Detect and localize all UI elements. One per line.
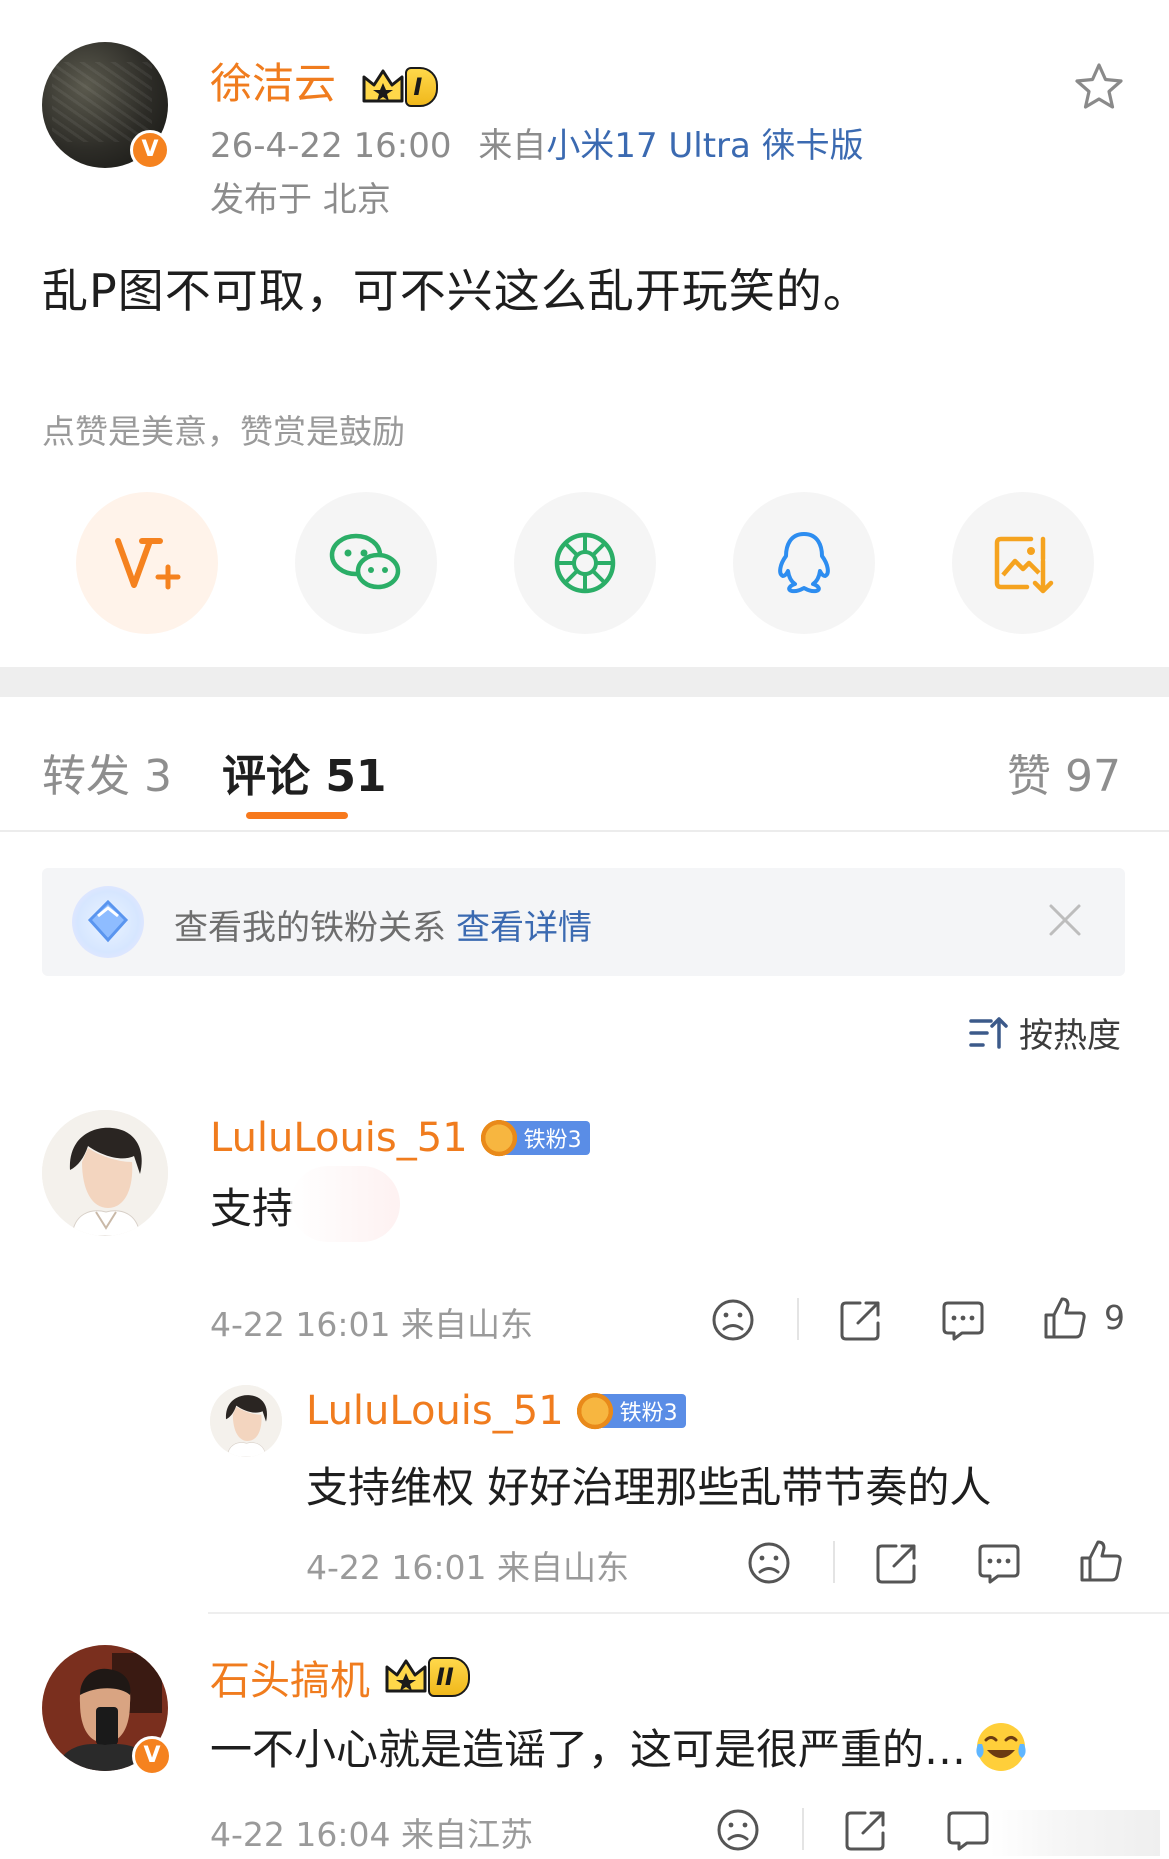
tab-like[interactable]: 赞 97 (1007, 740, 1121, 804)
sort-button[interactable]: 按热度 (969, 1008, 1121, 1057)
moments-icon (554, 532, 616, 594)
diamond-icon (72, 886, 144, 958)
tab-repost[interactable]: 转发 3 (42, 740, 172, 804)
reward-hint: 点赞是美意，赞赏是鼓励 (42, 412, 405, 451)
thumbs-up-icon[interactable] (1078, 1538, 1124, 1584)
close-icon[interactable] (1035, 890, 1095, 950)
separator (802, 1808, 804, 1850)
reply-text: 支持维权 好好治理那些乱带节奏的人 (306, 1463, 992, 1512)
fan-banner-link[interactable]: 查看详情 (456, 908, 592, 948)
sort-icon (969, 1016, 1008, 1049)
dislike-face-icon[interactable] (746, 1540, 792, 1586)
comment-header: 石头搞机 II (210, 1648, 470, 1706)
comment-icon[interactable] (976, 1540, 1022, 1586)
comment-header: LuluLouis_51 铁粉3 (210, 1115, 590, 1161)
level-label: II (428, 1657, 470, 1697)
share-qq-button[interactable] (733, 492, 875, 634)
save-image-button[interactable] (952, 492, 1094, 634)
post-meta: 26-4-22 16:00 来自小米17 Ultra 徕卡版 (210, 118, 864, 167)
laugh-cry-emoji-icon (976, 1722, 1026, 1771)
comment-text-wrap: 支持 (210, 1175, 294, 1236)
comment-text: 支持 (210, 1184, 295, 1233)
level-label: I (405, 66, 439, 107)
sort-label: 按热度 (1019, 1016, 1121, 1056)
share-moments-button[interactable] (514, 492, 656, 634)
tab-comment[interactable]: 评论 51 (222, 740, 387, 804)
v-plus-icon (115, 538, 181, 590)
share-icon[interactable] (843, 1807, 889, 1853)
member-level-badge[interactable]: II (384, 1657, 470, 1697)
avatar[interactable] (42, 1110, 168, 1236)
separator (833, 1541, 835, 1583)
share-icon[interactable] (838, 1297, 884, 1343)
fan-badge[interactable]: 铁粉3 (479, 1115, 590, 1157)
thumbs-up-icon[interactable] (1042, 1295, 1088, 1341)
v-plus-button[interactable] (76, 492, 218, 634)
comment-text-wrap: 一不小心就是造谣了，这可是很严重的… (210, 1716, 1030, 1777)
comment-author[interactable]: LuluLouis_51 (210, 1115, 468, 1161)
tabs-divider (0, 830, 1169, 832)
comment-divider (208, 1612, 1169, 1614)
overlay-mask (990, 1810, 1160, 1856)
comment-icon[interactable] (940, 1297, 986, 1343)
author-name[interactable]: 徐洁云 (210, 59, 336, 108)
crown-icon (385, 1659, 427, 1693)
post-time: 26-4-22 16:00 (210, 126, 452, 166)
share-icon[interactable] (874, 1540, 920, 1586)
member-level-badge[interactable]: I (361, 66, 439, 107)
from-prefix: 来自 (478, 126, 547, 166)
qq-icon (778, 532, 830, 594)
post-text: 乱P图不可取，可不兴这么乱开玩笑的。 (42, 264, 870, 318)
post-source[interactable]: 小米17 Ultra 徕卡版 (546, 126, 863, 166)
post-location: 发布于 北京 (210, 180, 391, 220)
comment-text: 一不小心就是造谣了，这可是很严重的… (210, 1725, 967, 1774)
author-name-row: 徐洁云 I (210, 50, 439, 111)
section-divider (0, 667, 1169, 697)
verified-badge: V (132, 1736, 172, 1776)
sticker-placeholder (290, 1166, 400, 1242)
reply-header: LuluLouis_51 铁粉3 (306, 1388, 686, 1434)
fan-banner-text: 查看我的铁粉关系 查看详情 (174, 900, 592, 949)
verified-badge: V (130, 130, 170, 170)
avatar[interactable] (210, 1385, 282, 1457)
fan-badge[interactable]: 铁粉3 (575, 1388, 686, 1430)
reply-author[interactable]: LuluLouis_51 (306, 1388, 564, 1434)
comment-meta: 4-22 16:04 来自江苏 (210, 1815, 533, 1854)
separator (797, 1298, 799, 1340)
crown-icon (362, 69, 404, 102)
fan-banner-label: 查看我的铁粉关系 (174, 908, 446, 948)
comment-icon[interactable] (945, 1807, 991, 1853)
like-count: 9 (1104, 1298, 1125, 1337)
fan-relation-banner[interactable]: 查看我的铁粉关系 查看详情 (42, 868, 1125, 976)
comment-author[interactable]: 石头搞机 (210, 1648, 370, 1706)
star-icon[interactable] (1072, 60, 1126, 114)
reply-meta: 4-22 16:01 来自山东 (306, 1548, 629, 1587)
share-wechat-button[interactable] (295, 492, 437, 634)
active-tab-indicator (246, 812, 348, 819)
save-image-icon (994, 536, 1054, 594)
wechat-icon (329, 533, 401, 590)
comment-meta: 4-22 16:01 来自山东 (210, 1305, 533, 1344)
dislike-face-icon[interactable] (710, 1297, 756, 1343)
dislike-face-icon[interactable] (715, 1807, 761, 1853)
